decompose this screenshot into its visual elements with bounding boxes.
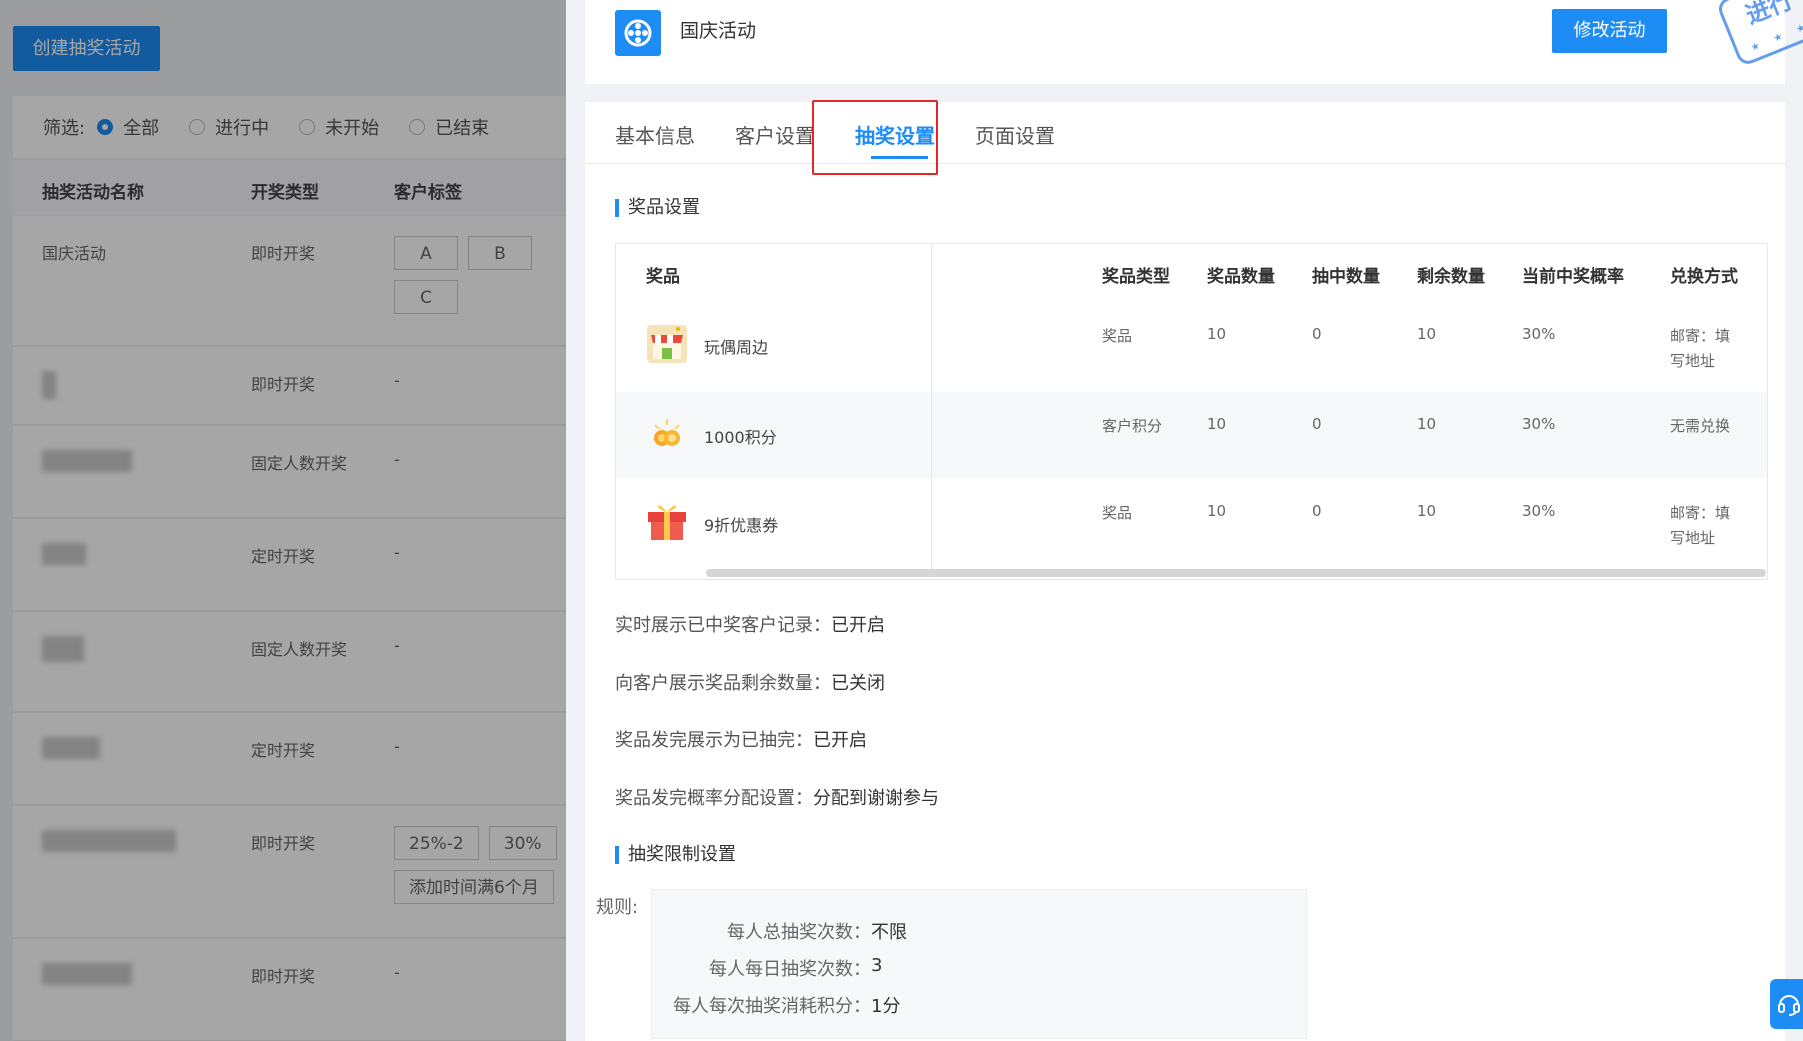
edit-activity-button[interactable]: 修改活动 [1552,9,1667,53]
prize-redeem: 邮寄：填 [1670,504,1731,522]
rules-box: 每人总抽奖次数： 不限 每人每日抽奖次数： 3 每人每次抽奖消耗积分： 1分 [651,889,1307,1039]
headset-icon [1778,995,1800,1016]
activity-detail-drawer: 国庆活动 修改活动 进行 ★ ★ ★ 基本信息 客户设置 抽奖设置 页面设置 奖… [566,0,1803,1041]
column-quantity: 奖品数量 [1207,267,1275,287]
rules-label: 规则: [596,897,639,918]
tab-basic-info[interactable]: 基本信息 [615,120,695,149]
prize-redeem: 邮寄：填 [1670,327,1731,345]
section-title-prizes: 奖品设置 [615,199,700,217]
prize-table: 奖品 奖品类型 奖品数量 抽中数量 剩余数量 当前中奖概率 兑换方式 玩偶周边 … [615,243,1768,580]
modal-mask[interactable] [0,0,566,1041]
table-row[interactable]: 1000积分 客户积分 10 0 10 30% 无需兑换 [616,392,1767,478]
customer-service-button[interactable] [1770,979,1803,1029]
section-title-limits: 抽奖限制设置 [615,846,736,864]
prize-redeem: 写地址 [1670,529,1716,547]
prize-name: 9折优惠券 [704,516,779,535]
tab-customer-settings[interactable]: 客户设置 [735,120,815,149]
rule-value: 1分 [871,996,901,1017]
column-probability: 当前中奖概率 [1522,267,1624,287]
column-prize-type: 奖品类型 [1102,267,1170,287]
column-prize: 奖品 [646,267,680,287]
tab-bar: 基本信息 客户设置 抽奖设置 页面设置 [585,102,1785,164]
tab-page-settings[interactable]: 页面设置 [975,120,1055,149]
prize-table-header: 奖品 奖品类型 奖品数量 抽中数量 剩余数量 当前中奖概率 兑换方式 [616,244,1767,300]
horizontal-scrollbar[interactable] [706,569,1766,577]
prize-redeem: 无需兑换 [1670,417,1731,435]
column-redeem: 兑换方式 [1670,267,1738,287]
prize-redeem: 写地址 [1670,352,1716,370]
prize-quantity: 10 [1207,502,1227,520]
shop-icon [644,320,690,366]
prize-name: 玩偶周边 [704,338,769,357]
prize-type: 奖品 [1102,327,1133,345]
setting-show-sold-out: 奖品发完展示为已抽完：已开启 [615,730,867,751]
prize-won: 0 [1312,325,1322,343]
prize-probability: 30% [1522,415,1556,433]
rule-value: 不限 [871,922,907,943]
gift-icon [644,496,690,542]
tab-lottery-settings[interactable]: 抽奖设置 [855,120,935,149]
drawer-header: 国庆活动 修改活动 进行 ★ ★ ★ [585,0,1803,84]
prize-probability: 30% [1522,502,1556,520]
activity-title: 国庆活动 [680,20,757,42]
activity-logo-icon [615,10,661,56]
prize-remaining: 10 [1417,415,1437,433]
prize-remaining: 10 [1417,325,1437,343]
prize-quantity: 10 [1207,415,1227,433]
prize-name: 1000积分 [704,428,777,447]
column-remaining: 剩余数量 [1417,267,1485,287]
coins-icon [644,412,690,458]
column-won: 抽中数量 [1312,267,1380,287]
rule-label: 每人每次抽奖消耗积分： [673,996,871,1017]
table-row[interactable]: 玩偶周边 奖品 10 0 10 30% 邮寄：填 写地址 [616,300,1767,392]
status-stamp: 进行 ★ ★ ★ [1715,0,1803,68]
prize-remaining: 10 [1417,502,1437,520]
prize-probability: 30% [1522,325,1556,343]
table-row[interactable]: 9折优惠券 奖品 10 0 10 30% 邮寄：填 写地址 [616,478,1767,570]
setting-show-winners: 实时展示已中奖客户记录：已开启 [615,615,885,636]
rule-value: 3 [871,955,883,976]
setting-probability-allocation: 奖品发完概率分配设置：分配到谢谢参与 [615,788,939,809]
rule-label: 每人每日抽奖次数： [709,959,871,980]
setting-show-remaining: 向客户展示奖品剩余数量：已关闭 [615,673,885,694]
rule-label: 每人总抽奖次数： [727,922,871,943]
prize-type: 客户积分 [1102,417,1163,435]
prize-quantity: 10 [1207,325,1227,343]
active-tab-indicator [871,156,928,159]
prize-won: 0 [1312,502,1322,520]
prize-won: 0 [1312,415,1322,433]
prize-type: 奖品 [1102,504,1133,522]
